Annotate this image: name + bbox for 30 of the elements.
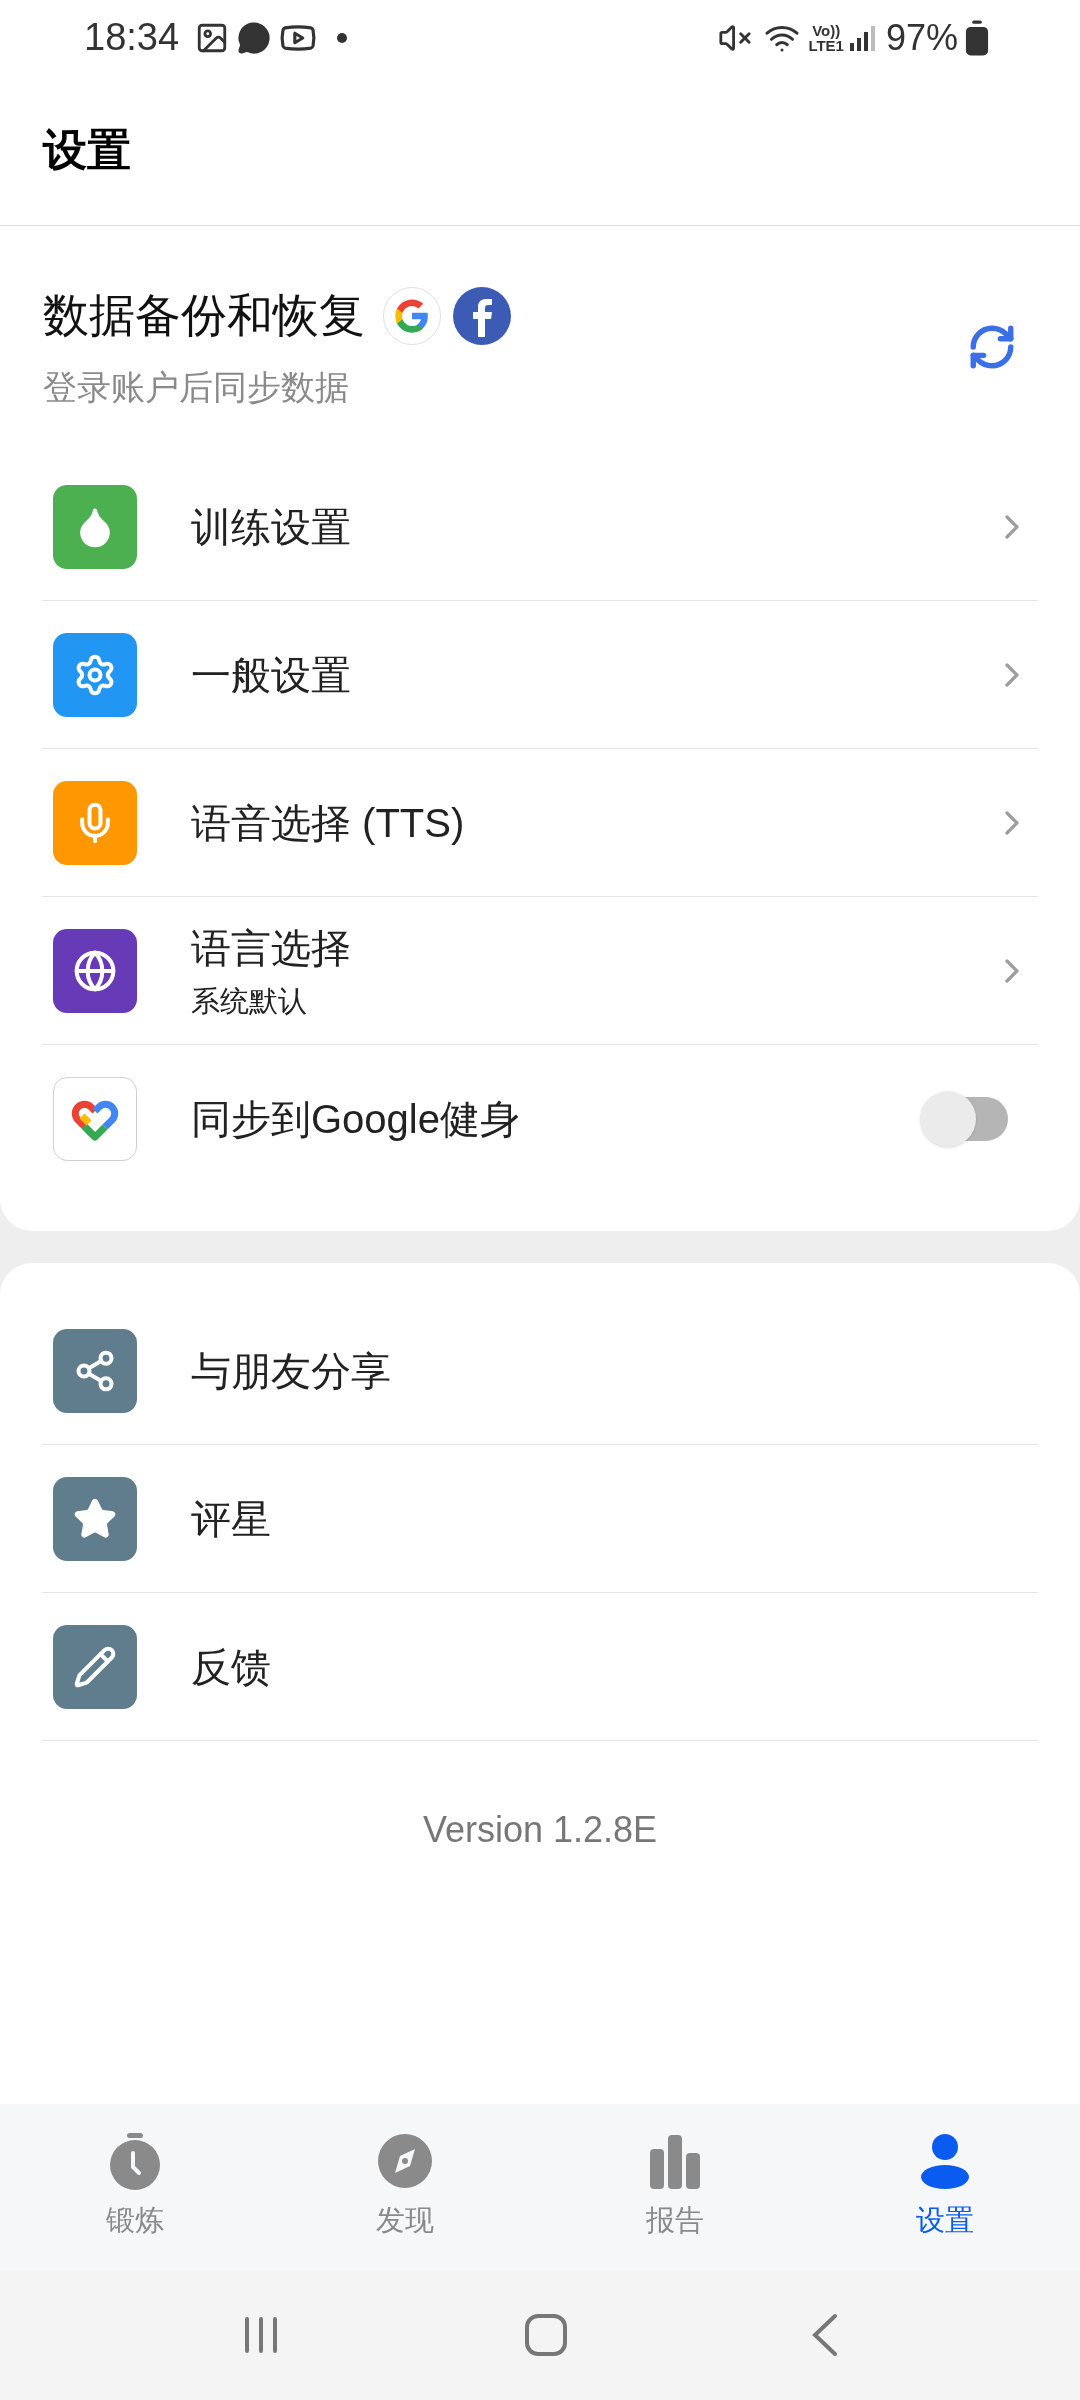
row-subtitle: 系统默认 [191, 983, 308, 1019]
settings-row[interactable]: 同步到Google健身 [42, 1045, 1038, 1193]
more-row[interactable]: 反馈 [42, 1593, 1038, 1741]
more-row[interactable]: 评星 [42, 1445, 1038, 1593]
chat-icon [237, 20, 272, 55]
settings-row[interactable]: 语音选择 (TTS) [42, 749, 1038, 897]
facebook-logo-icon [453, 286, 511, 345]
row-label: 反馈 [191, 1643, 271, 1691]
row-label: 训练设置 [191, 503, 352, 551]
settings-row[interactable]: 训练设置 [42, 453, 1038, 601]
version-text: Version 1.2.8E [422, 1808, 658, 1852]
row-label: 同步到Google健身 [191, 1096, 521, 1143]
more-row[interactable]: 与朋友分享 [42, 1297, 1038, 1445]
network-label: Vo)) [812, 22, 841, 38]
row-label: 语言选择 [191, 924, 352, 972]
home-icon[interactable] [524, 2313, 568, 2357]
row-label: 语音选择 (TTS) [191, 799, 466, 847]
row-label: 与朋友分享 [191, 1347, 391, 1395]
battery-percent: 97% [885, 15, 958, 60]
row-label: 一般设置 [191, 651, 352, 699]
row-label: 评星 [191, 1495, 271, 1543]
backup-title: 数据备份和恢复 [43, 288, 365, 343]
settings-row[interactable]: 一般设置 [42, 601, 1038, 749]
clock: 18:34 [84, 15, 180, 60]
back-icon[interactable] [810, 2313, 839, 2357]
page-title: 设置 [43, 124, 131, 176]
stopwatch-icon [107, 2131, 163, 2192]
nav-tab[interactable]: 设置 [810, 2104, 1080, 2270]
backup-subtitle: 登录账户后同步数据 [43, 367, 350, 408]
settings-row[interactable]: 语言选择 系统默认 [42, 897, 1038, 1045]
